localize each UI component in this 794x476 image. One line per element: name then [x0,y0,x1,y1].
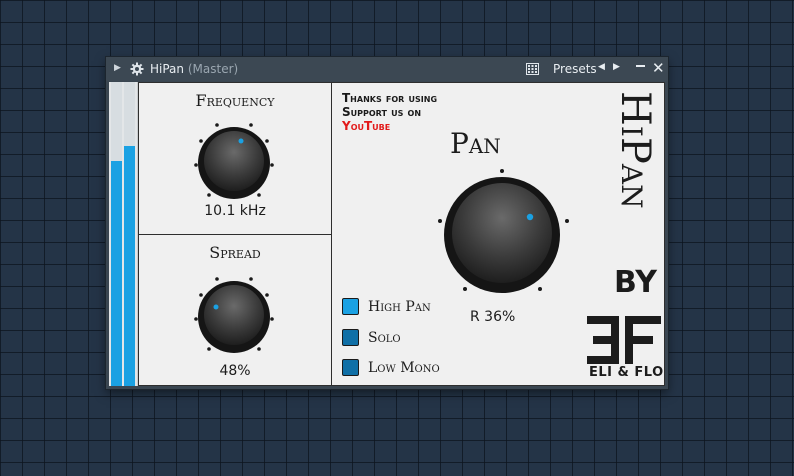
next-preset-icon[interactable]: ▶ [613,62,620,72]
left-level-meter [111,82,122,386]
spread-knob[interactable] [179,271,289,357]
presets-menu[interactable]: Presets [553,62,597,76]
brand-logo-vertical: HiPan [614,91,658,209]
company-name: ELI & FLO [589,365,664,380]
high-pan-label: High Pan [368,299,431,315]
support-text: Thanks for using Support us on YouTube [342,91,437,133]
low-mono-label: Low Mono [368,360,440,376]
solo-label: Solo [368,330,401,346]
spread-panel: Spread 48% [138,234,332,386]
brand-name-text: HiPan [614,91,658,209]
plugin-window: ▶ HiPan (Master) Presets ◀ ▶ ✕ Frequency… [106,57,668,389]
main-panel: Thanks for using Support us on YouTube P… [331,82,665,386]
low-mono-checkbox[interactable] [342,359,359,376]
frequency-knob[interactable] [179,117,289,203]
brand-by: BY [614,265,657,300]
previous-preset-icon[interactable]: ◀ [598,62,605,72]
right-level-meter [124,82,135,386]
left-level-fill [111,161,122,386]
browser-grid-icon[interactable] [526,63,539,78]
gear-icon[interactable] [130,62,144,79]
window-title: HiPan (Master) [150,62,238,76]
level-meters [109,82,138,386]
pan-label: Pan [450,127,501,160]
frequency-value: 10.1 kHz [204,203,266,219]
window-subtitle: (Master) [187,62,239,76]
support-line1: Thanks for using [342,91,438,105]
spread-value: 48% [219,363,251,379]
youtube-link[interactable]: YouTube [342,119,437,133]
minimize-icon[interactable] [636,57,646,69]
frequency-label: Frequency [195,91,275,110]
window-title-text: HiPan [150,62,185,76]
high-pan-checkbox[interactable] [342,298,359,315]
eli-flo-logo [587,316,661,364]
right-level-fill [124,145,135,386]
spread-label: Spread [209,243,261,262]
frequency-panel: Frequency 10.1 kHz [138,82,332,235]
plugin-body: Frequency 10.1 kHz Spread 48% Thanks for… [109,82,665,386]
window-titlebar[interactable]: ▶ HiPan (Master) Presets ◀ ▶ ✕ [106,57,668,81]
solo-checkbox[interactable] [342,329,359,346]
support-line2: Support us on [342,105,422,119]
expand-arrow-icon[interactable]: ▶ [114,63,121,73]
pan-knob[interactable] [427,165,577,305]
pan-value: R 36% [470,309,516,325]
close-icon[interactable]: ✕ [652,59,665,77]
